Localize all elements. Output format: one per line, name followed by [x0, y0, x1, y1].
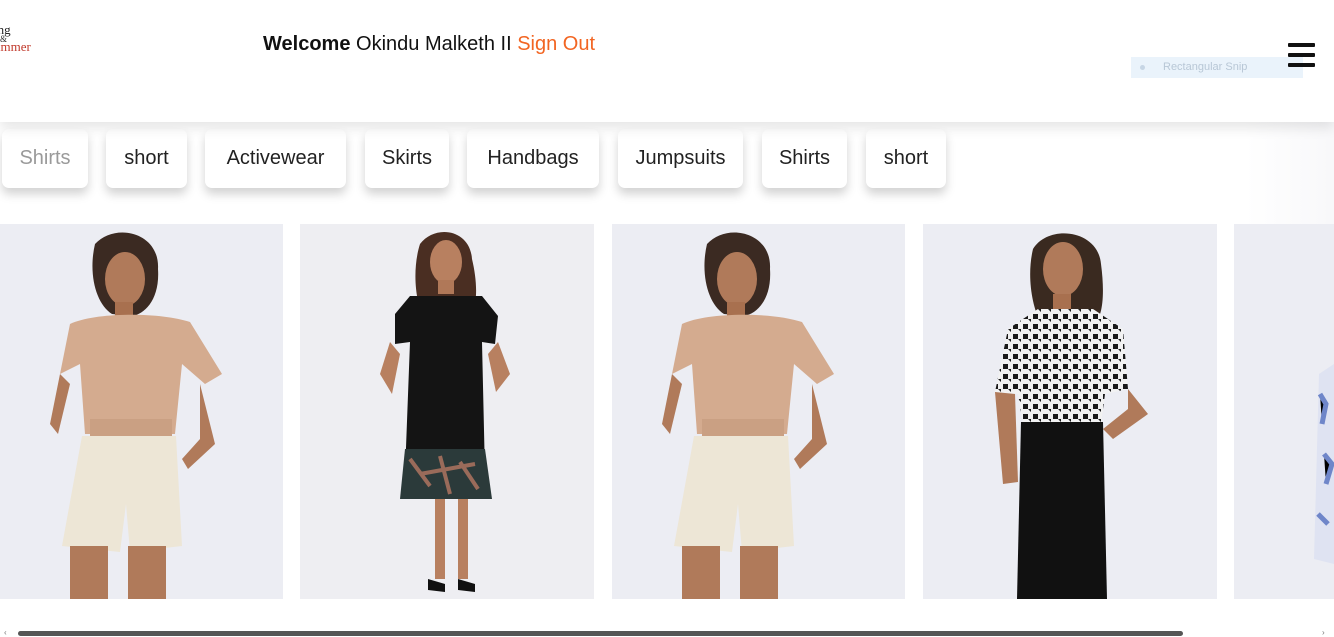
- header-bar: ing & ummer Welcome Okindu Malketh II Si…: [0, 0, 1334, 122]
- category-chip-shirts-2[interactable]: Shirts: [762, 129, 847, 188]
- snip-dot-icon: [1140, 65, 1145, 70]
- category-chip-shirts[interactable]: Shirts: [2, 129, 88, 188]
- scroll-left-arrow-icon[interactable]: ‹: [4, 628, 7, 637]
- rectangular-snip-overlay: Rectangular Snip: [1131, 57, 1303, 78]
- category-chip-handbags[interactable]: Handbags: [467, 129, 599, 188]
- welcome-label: Welcome: [263, 33, 351, 55]
- category-chip-short-2[interactable]: short: [866, 129, 946, 188]
- product-card[interactable]: [300, 224, 594, 599]
- product-card[interactable]: [923, 224, 1217, 599]
- brand-logo[interactable]: ing & ummer: [0, 20, 54, 60]
- product-image: [1234, 224, 1334, 599]
- user-name: Okindu Malketh II: [356, 33, 512, 55]
- logo-text-3: ummer: [0, 39, 31, 54]
- product-image: [612, 224, 905, 599]
- chips-fade-overlay: [1245, 122, 1334, 224]
- category-chip-skirts[interactable]: Skirts: [365, 129, 449, 188]
- product-image: [923, 224, 1217, 599]
- product-image: [0, 224, 283, 599]
- product-card[interactable]: [1234, 224, 1334, 599]
- product-card[interactable]: [0, 224, 283, 599]
- product-carousel: [0, 224, 1334, 599]
- product-image: [300, 224, 594, 599]
- snip-label: Rectangular Snip: [1163, 61, 1248, 73]
- category-chip-activewear[interactable]: Activewear: [205, 129, 346, 188]
- horizontal-scrollbar[interactable]: [18, 631, 1183, 636]
- category-chips: Shirts short Activewear Skirts Handbags …: [0, 122, 1334, 212]
- scroll-right-arrow-icon[interactable]: ›: [1322, 628, 1325, 637]
- hamburger-menu-icon[interactable]: [1288, 42, 1315, 68]
- product-card[interactable]: [612, 224, 905, 599]
- category-chip-jumpsuits[interactable]: Jumpsuits: [618, 129, 743, 188]
- welcome-message: Welcome Okindu Malketh II Sign Out: [263, 33, 595, 56]
- sign-out-link[interactable]: Sign Out: [517, 33, 595, 55]
- category-chip-short[interactable]: short: [106, 129, 187, 188]
